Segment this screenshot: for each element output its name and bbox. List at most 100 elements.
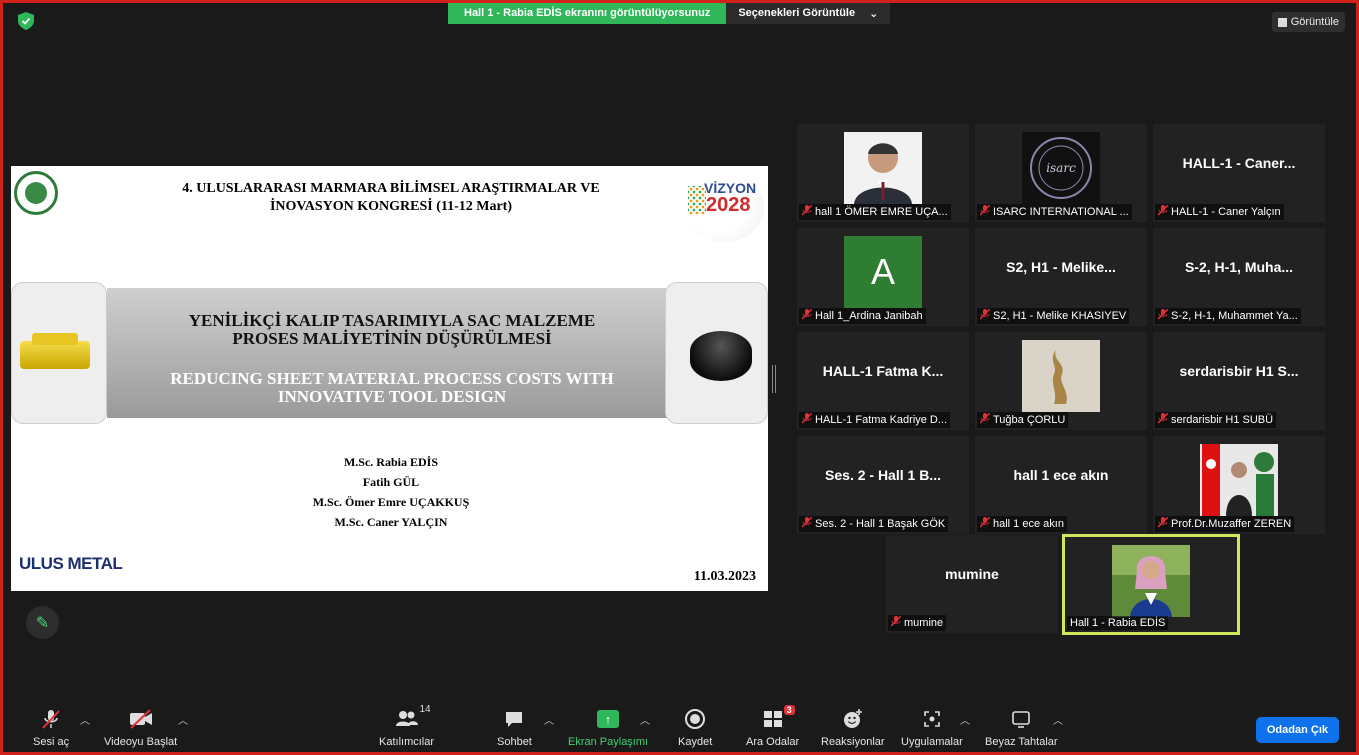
whiteboard-button[interactable]: Beyaz Tahtalar (985, 708, 1058, 748)
audio-options-caret-icon[interactable]: ︿ (80, 712, 90, 727)
title-en-line1: REDUCING SHEET MATERIAL PROCESS COSTS WI… (170, 369, 614, 388)
record-button[interactable]: Kaydet (678, 708, 712, 748)
view-options-label: Seçenekleri Görüntüle (738, 7, 856, 19)
participant-photo (1022, 340, 1100, 412)
muted-mic-icon (801, 204, 813, 219)
video-options-caret-icon[interactable]: ︿ (178, 712, 188, 727)
participant-name-caption: hall 1 ece akın (977, 516, 1067, 532)
yellow-part-image (11, 282, 107, 424)
participant-name: mumine (904, 617, 944, 629)
share-screen-button[interactable]: ↑ Ekran Paylaşımı (568, 708, 648, 748)
breakout-rooms-label: Ara Odalar (746, 736, 800, 748)
apps-label: Uygulamalar (901, 736, 963, 748)
reactions-button[interactable]: Reaksiyonlar (821, 708, 885, 748)
participant-name: serdarisbir H1 SUBÜ (1171, 414, 1274, 426)
participant-name-caption: serdarisbir H1 SUBÜ (1155, 412, 1277, 428)
unmute-button[interactable]: Sesi aç (33, 708, 69, 748)
participant-name-caption: Hall 1 - Rabia EDİS (1067, 616, 1169, 630)
author-item: Fatih GÜL (362, 475, 420, 489)
participant-photo (1200, 444, 1278, 516)
participant-display-name: HALL-1 Fatma K... (822, 363, 944, 379)
participant-display-name: S-2, H-1, Muha... (1184, 259, 1294, 275)
participant-name-caption: hall 1 ÖMER EMRE UÇA... (799, 204, 951, 220)
participant-tile[interactable]: Tuğba ÇORLU (975, 332, 1147, 430)
participant-display-name: serdarisbir H1 S... (1179, 363, 1299, 379)
active-speaker-tile[interactable]: Hall 1 - Rabia EDİS (1062, 534, 1240, 635)
whiteboard-options-caret-icon[interactable]: ︿ (1053, 712, 1063, 727)
annotate-pencil-icon[interactable]: ✎ (26, 606, 59, 639)
view-button-label: Görüntüle (1290, 16, 1339, 28)
participant-name: ISARC INTERNATIONAL ... (993, 206, 1129, 218)
share-banner: Hall 1 - Rabia EDİS ekranını görüntülüyo… (448, 3, 891, 24)
participant-tile[interactable]: S-2, H-1, Muha... S-2, H-1, Muhammet Ya..… (1153, 228, 1325, 326)
participants-count: 14 (419, 704, 431, 715)
vizyon-2028-logo: VİZYON 2028 (684, 172, 764, 242)
participant-name-caption: Prof.Dr.Muzaffer ZEREN (1155, 516, 1295, 532)
participant-photo (844, 132, 922, 204)
split-drag-handle[interactable] (772, 365, 776, 393)
author-item: M.Sc. Rabia EDİS (343, 455, 438, 469)
participant-tile[interactable]: Ses. 2 - Hall 1 B... Ses. 2 - Hall 1 Başa… (797, 436, 969, 534)
view-button[interactable]: Görüntüle (1271, 12, 1345, 32)
participants-button[interactable]: 14 Katılımcılar (379, 704, 435, 748)
muted-mic-icon (979, 412, 991, 427)
participant-name: Tuğba ÇORLU (993, 414, 1066, 426)
chat-options-caret-icon[interactable]: ︿ (544, 712, 554, 727)
title-tr-line1: YENİLİKÇİ KALIP TASARIMIYLA SAC MALZEME (188, 311, 596, 330)
slide-title-band: YENİLİKÇİ KALIP TASARIMIYLA SAC MALZEME … (107, 288, 677, 418)
participant-display-name: HALL-1 - Caner... (1182, 155, 1296, 171)
meeting-toolbar: Sesi aç ︿ Videoyu Başlat ︿ 14 Katılımcıl… (3, 700, 1356, 752)
apps-button[interactable]: Uygulamalar (901, 708, 963, 748)
participant-tile[interactable]: hall 1 ece akın hall 1 ece akın (975, 436, 1147, 534)
muted-mic-icon (979, 204, 991, 219)
company-logo: ULUS METAL (19, 554, 123, 574)
participant-name-caption: Tuğba ÇORLU (977, 412, 1069, 428)
participant-name: S-2, H-1, Muhammet Ya... (1171, 310, 1298, 322)
black-part-image (665, 282, 768, 424)
video-off-icon (128, 708, 154, 730)
participant-tile[interactable]: S2, H1 - Melike... S2, H1 - Melike KHASIY… (975, 228, 1147, 326)
leave-room-button[interactable]: Odadan Çık (1255, 717, 1339, 743)
reactions-label: Reaksiyonlar (821, 736, 885, 748)
participants-label: Katılımcılar (379, 736, 435, 748)
layout-grid-icon (1277, 17, 1287, 27)
participant-name-caption: HALL-1 - Caner Yalçın (1155, 204, 1284, 220)
muted-mic-icon (979, 516, 991, 531)
author-list: M.Sc. Rabia EDİS Fatih GÜL M.Sc. Ömer Em… (241, 452, 541, 532)
participant-name-caption: ISARC INTERNATIONAL ... (977, 204, 1132, 220)
share-options-caret-icon[interactable]: ︿ (640, 712, 650, 727)
muted-mic-icon (1157, 204, 1169, 219)
svg-text:isarc: isarc (1046, 161, 1076, 175)
sharing-status-text: Hall 1 - Rabia EDİS ekranını görüntülüyo… (448, 3, 727, 24)
conference-title-line2: İNOVASYON KONGRESİ (11-12 Mart) (269, 199, 513, 214)
participant-display-name: Ses. 2 - Hall 1 B... (825, 467, 941, 483)
vizyon-year: 2028 (706, 194, 751, 216)
participant-tile[interactable]: Prof.Dr.Muzaffer ZEREN (1153, 436, 1325, 534)
participant-name-caption: S2, H1 - Melike KHASIYEV (977, 308, 1130, 324)
chat-button[interactable]: Sohbet (497, 708, 532, 748)
participant-display-name: hall 1 ece akın (1013, 467, 1109, 483)
apps-options-caret-icon[interactable]: ︿ (960, 712, 970, 727)
participant-tile[interactable]: mumine mumine (886, 535, 1058, 633)
shield-icon[interactable] (18, 12, 34, 30)
participant-tile[interactable]: A Hall 1_Ardina Janibah (797, 228, 969, 326)
slide-title-english: REDUCING SHEET MATERIAL PROCESS COSTS WI… (107, 370, 677, 406)
participant-name: HALL-1 Fatma Kadriye D... (815, 414, 948, 426)
participant-name: Hall 1 - Rabia EDİS (1070, 617, 1166, 629)
muted-mic-icon (801, 412, 813, 427)
participant-photo (1112, 545, 1190, 617)
participant-name-caption: Hall 1_Ardina Janibah (799, 308, 926, 324)
participant-tile[interactable]: hall 1 ÖMER EMRE UÇA... (797, 124, 969, 222)
breakout-rooms-button[interactable]: 3 Ara Odalar (746, 705, 800, 748)
participant-name: hall 1 ece akın (993, 518, 1064, 530)
participants-icon: 14 (394, 704, 431, 730)
participant-name: Ses. 2 - Hall 1 Başak GÖK (815, 518, 946, 530)
share-arrow-icon: ↑ (597, 708, 620, 730)
start-video-button[interactable]: Videoyu Başlat (104, 708, 177, 748)
participant-tile[interactable]: HALL-1 Fatma K... HALL-1 Fatma Kadriye D.… (797, 332, 969, 430)
participant-tile[interactable]: isarc ISARC INTERNATIONAL ... (975, 124, 1147, 222)
participant-tile[interactable]: HALL-1 - Caner... HALL-1 - Caner Yalçın (1153, 124, 1325, 222)
breakout-grid-icon: 3 (762, 705, 795, 730)
participant-tile[interactable]: serdarisbir H1 S... serdarisbir H1 SUBÜ (1153, 332, 1325, 430)
view-options-button[interactable]: Seçenekleri Görüntüle ⌄ (726, 3, 891, 24)
